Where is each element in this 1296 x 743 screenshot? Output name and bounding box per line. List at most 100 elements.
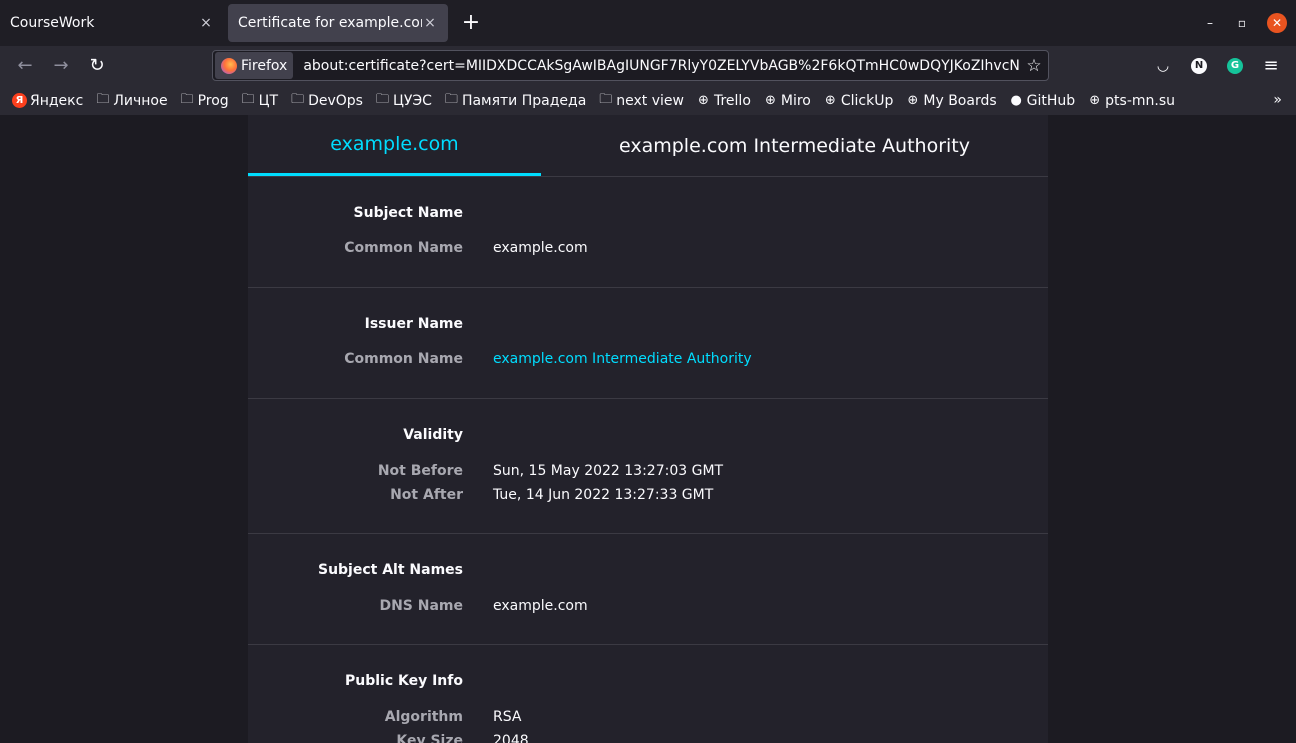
subject-name-section: Subject Name Common Name example.com: [248, 177, 1048, 288]
folder-icon: 🗀: [444, 91, 458, 107]
bookmark-label: Личное: [113, 92, 168, 109]
tab-intermediate-authority[interactable]: example.com Intermediate Authority: [541, 115, 1048, 176]
menu-icon[interactable]: ≡: [1260, 55, 1282, 77]
bookmark-folder-next-view[interactable]: 🗀 next view: [598, 90, 684, 112]
folder-icon: 🗀: [180, 91, 194, 107]
dns-name-label: DNS Name: [379, 598, 463, 614]
tab-close-icon[interactable]: ×: [422, 15, 438, 31]
bookmark-folder-devops[interactable]: 🗀 DevOps: [290, 90, 363, 112]
bookmark-label: DevOps: [308, 92, 363, 109]
tab-example-com[interactable]: example.com: [248, 115, 541, 176]
firefox-logo-icon: [221, 57, 237, 74]
bookmark-folder-ct[interactable]: 🗀 ЦТ: [241, 90, 278, 112]
certificate-viewer: example.com example.com Intermediate Aut…: [248, 115, 1048, 743]
bookmarks-toolbar: Я Яндекс 🗀 Личное 🗀 Prog 🗀 ЦТ 🗀 DevOps 🗀 ЦУЭС …: [0, 86, 1296, 115]
globe-icon: ⊕: [1089, 93, 1101, 108]
browser-tab-coursework[interactable]: CourseWork ×: [0, 4, 224, 42]
new-tab-button[interactable]: +: [458, 8, 484, 38]
bookmark-label: GitHub: [1026, 92, 1076, 109]
bookmark-label: pts-mn.su: [1105, 92, 1176, 109]
bookmark-yandex[interactable]: Я Яндекс: [12, 93, 83, 109]
algorithm-value: RSA: [493, 709, 522, 725]
bookmark-label: My Boards: [923, 92, 997, 109]
bookmark-label: Prog: [197, 92, 229, 109]
reload-icon[interactable]: ↻: [84, 54, 110, 78]
bookmark-folder-pamyati[interactable]: 🗀 Памяти Прадеда: [444, 90, 586, 112]
folder-icon: 🗀: [291, 91, 305, 107]
bookmark-trello[interactable]: ⊕ Trello: [696, 93, 751, 109]
grammarly-avatar: G: [1227, 58, 1243, 74]
folder-icon: 🗀: [599, 91, 613, 107]
globe-icon: ⊕: [824, 93, 836, 108]
section-title: Issuer Name: [364, 316, 463, 332]
validity-section: Validity Not Before Sun, 15 May 2022 13:…: [248, 399, 1048, 534]
folder-icon: 🗀: [375, 91, 389, 107]
dns-name-value: example.com: [493, 598, 588, 614]
bookmark-miro[interactable]: ⊕ Miro: [763, 93, 811, 109]
identity-box[interactable]: Firefox: [215, 52, 294, 79]
key-size-value: 2048: [493, 733, 529, 743]
section-title: Public Key Info: [344, 673, 463, 689]
browser-tab-certificate[interactable]: Certificate for example.com ×: [228, 4, 448, 42]
key-size-label: Key Size: [396, 733, 463, 743]
folder-icon: 🗀: [241, 91, 255, 107]
bookmark-label: ЦТ: [258, 92, 279, 109]
grammarly-icon[interactable]: G: [1224, 55, 1246, 77]
bookmark-label: ЦУЭС: [392, 92, 432, 109]
page-content: example.com example.com Intermediate Aut…: [0, 115, 1296, 743]
bookmark-label: ClickUp: [840, 92, 894, 109]
bookmark-label: Яндекс: [30, 92, 84, 109]
globe-icon: ⊕: [764, 93, 776, 108]
url-bar[interactable]: Firefox about:certificate?cert=MIIDXDCCA…: [212, 50, 1049, 81]
section-title: Validity: [403, 427, 463, 443]
bookmark-folder-tsues[interactable]: 🗀 ЦУЭС: [375, 90, 432, 112]
folder-icon: 🗀: [96, 91, 110, 107]
bookmark-folder-lichnoe[interactable]: 🗀 Личное: [95, 90, 167, 112]
not-before-value: Sun, 15 May 2022 13:27:03 GMT: [493, 463, 724, 479]
tab-title: Certificate for example.com: [238, 15, 422, 31]
bookmark-label: next view: [616, 92, 684, 109]
section-title: Subject Name: [353, 205, 463, 221]
pocket-icon[interactable]: ◡: [1152, 55, 1174, 77]
maximize-icon[interactable]: ▫: [1232, 13, 1252, 33]
avatar: N: [1191, 58, 1207, 74]
bookmark-folder-prog[interactable]: 🗀 Prog: [180, 90, 229, 112]
bookmark-label: Trello: [713, 92, 751, 109]
globe-icon: ⊕: [698, 93, 709, 108]
url-input[interactable]: about:certificate?cert=MIIDXDCCAkSgAwIBA…: [303, 58, 1020, 74]
common-name-label: Common Name: [344, 351, 463, 367]
bookmark-clickup[interactable]: ⊕ ClickUp: [823, 92, 894, 109]
bookmark-pts-mn[interactable]: ⊕ pts-mn.su: [1087, 93, 1175, 109]
globe-icon: ⊕: [907, 93, 919, 108]
not-after-value: Tue, 14 Jun 2022 13:27:33 GMT: [493, 487, 714, 503]
subject-alt-names-section: Subject Alt Names DNS Name example.com: [248, 534, 1048, 645]
bookmark-label: Памяти Прадеда: [461, 92, 587, 109]
account-n-icon[interactable]: N: [1188, 55, 1210, 77]
not-before-label: Not Before: [377, 463, 463, 479]
not-after-label: Not After: [390, 487, 463, 503]
section-title: Subject Alt Names: [317, 562, 463, 578]
back-arrow-icon[interactable]: ←: [12, 54, 38, 78]
bookmark-star-icon[interactable]: ☆: [1020, 56, 1048, 76]
chevron-double-right-icon[interactable]: »: [1273, 92, 1282, 108]
algorithm-label: Algorithm: [384, 709, 463, 725]
tab-title: CourseWork: [10, 15, 95, 31]
navigation-toolbar: ← → ↻ Firefox about:certificate?cert=MII…: [0, 46, 1296, 86]
github-icon: ●: [1010, 93, 1022, 108]
yandex-icon: Я: [12, 93, 27, 108]
certificate-tabs: example.com example.com Intermediate Aut…: [248, 115, 1048, 177]
identity-label: Firefox: [241, 57, 288, 74]
issuer-link[interactable]: example.com Intermediate Authority: [493, 351, 752, 367]
common-name-value: example.com: [493, 240, 588, 256]
tab-strip: CourseWork × Certificate for example.com…: [0, 0, 1296, 46]
public-key-info-section: Public Key Info Algorithm RSA Key Size 2…: [248, 645, 1048, 743]
tab-close-icon[interactable]: ×: [198, 15, 214, 31]
forward-arrow-icon[interactable]: →: [48, 54, 74, 78]
window-close-icon[interactable]: ✕: [1267, 13, 1287, 33]
bookmark-github[interactable]: ● GitHub: [1009, 92, 1076, 109]
minimize-icon[interactable]: –: [1200, 13, 1220, 33]
common-name-label: Common Name: [344, 240, 463, 256]
issuer-name-section: Issuer Name Common Name example.com Inte…: [248, 288, 1048, 399]
bookmark-label: Miro: [780, 92, 811, 109]
bookmark-my-boards[interactable]: ⊕ My Boards: [905, 93, 996, 109]
